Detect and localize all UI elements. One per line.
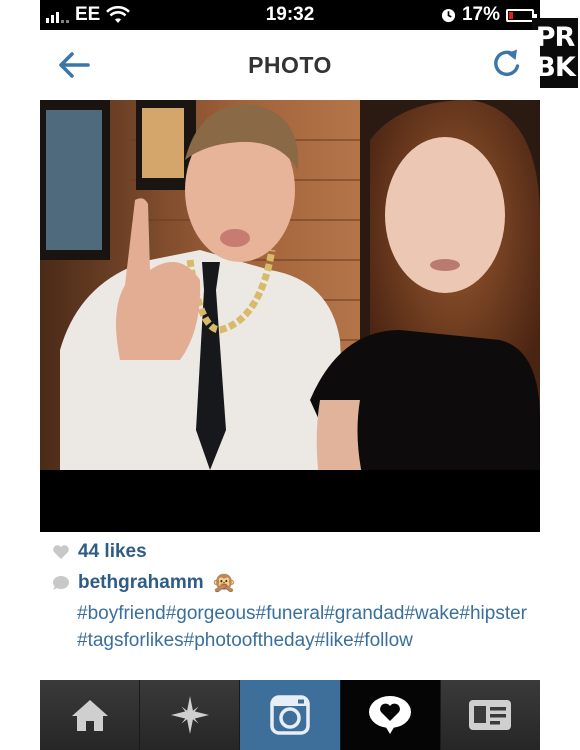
battery-percent: 17% bbox=[461, 4, 500, 25]
comment-bubble-icon bbox=[53, 576, 69, 590]
explore-star-icon bbox=[170, 696, 209, 734]
status-bar: EE 19:32 17% bbox=[40, 0, 540, 30]
profile-card-icon bbox=[469, 700, 512, 730]
home-icon bbox=[71, 700, 108, 731]
battery-icon bbox=[506, 8, 537, 22]
selfie-photo bbox=[40, 100, 540, 532]
post-photo[interactable] bbox=[40, 100, 540, 532]
tab-profile[interactable] bbox=[440, 680, 541, 750]
likes-row[interactable]: 44 likes bbox=[52, 540, 147, 564]
likes-count[interactable]: 44 likes bbox=[78, 541, 147, 563]
monkey-emoji-icon: 🙊 bbox=[211, 572, 237, 594]
username-link[interactable]: bethgrahamm bbox=[78, 572, 204, 594]
status-right: 17% bbox=[441, 4, 537, 26]
tab-explore[interactable] bbox=[140, 680, 241, 750]
battery-level bbox=[509, 11, 513, 19]
tab-home[interactable] bbox=[40, 680, 141, 750]
page-title: PHOTO bbox=[248, 52, 332, 78]
alarm-clock-icon bbox=[441, 8, 456, 22]
refresh-icon[interactable] bbox=[492, 48, 522, 80]
activity-heart-bubble-icon bbox=[369, 696, 412, 734]
caption-hashtags[interactable]: #boyfriend#gorgeous#funeral#grandad#wake… bbox=[77, 600, 532, 654]
tab-activity[interactable] bbox=[340, 680, 441, 750]
nav-bar: PHOTO bbox=[40, 30, 540, 100]
camera-icon bbox=[270, 695, 310, 735]
heart-icon bbox=[53, 545, 69, 559]
tab-bar bbox=[40, 680, 541, 750]
caption-author-row: bethgrahamm 🙊 bbox=[52, 571, 237, 595]
tab-camera[interactable] bbox=[240, 680, 341, 750]
